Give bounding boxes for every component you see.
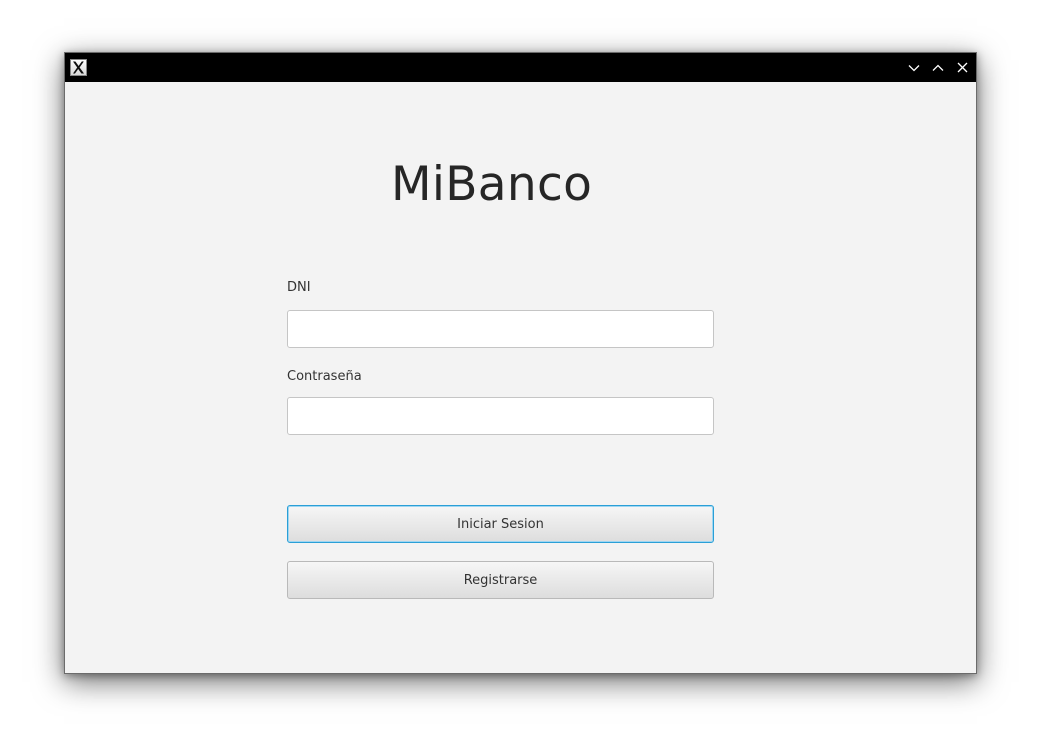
window-controls — [906, 59, 970, 76]
password-input[interactable] — [287, 397, 714, 435]
close-icon — [957, 62, 967, 73]
dni-label: DNI — [287, 280, 311, 295]
chevron-down-icon — [908, 64, 920, 71]
dni-input[interactable] — [287, 310, 714, 348]
login-content: MiBanco DNI Contraseña Iniciar Sesion Re… — [65, 82, 976, 674]
x-app-icon — [70, 59, 87, 76]
maximize-button[interactable] — [930, 59, 946, 76]
login-window: MiBanco DNI Contraseña Iniciar Sesion Re… — [64, 52, 977, 674]
app-title: MiBanco — [391, 157, 593, 212]
close-button[interactable] — [954, 59, 970, 76]
chevron-up-icon — [932, 64, 944, 71]
password-label: Contraseña — [287, 369, 362, 384]
register-button[interactable]: Registrarse — [287, 561, 714, 599]
minimize-button[interactable] — [906, 59, 922, 76]
window-titlebar[interactable] — [65, 53, 976, 82]
login-button[interactable]: Iniciar Sesion — [287, 505, 714, 543]
